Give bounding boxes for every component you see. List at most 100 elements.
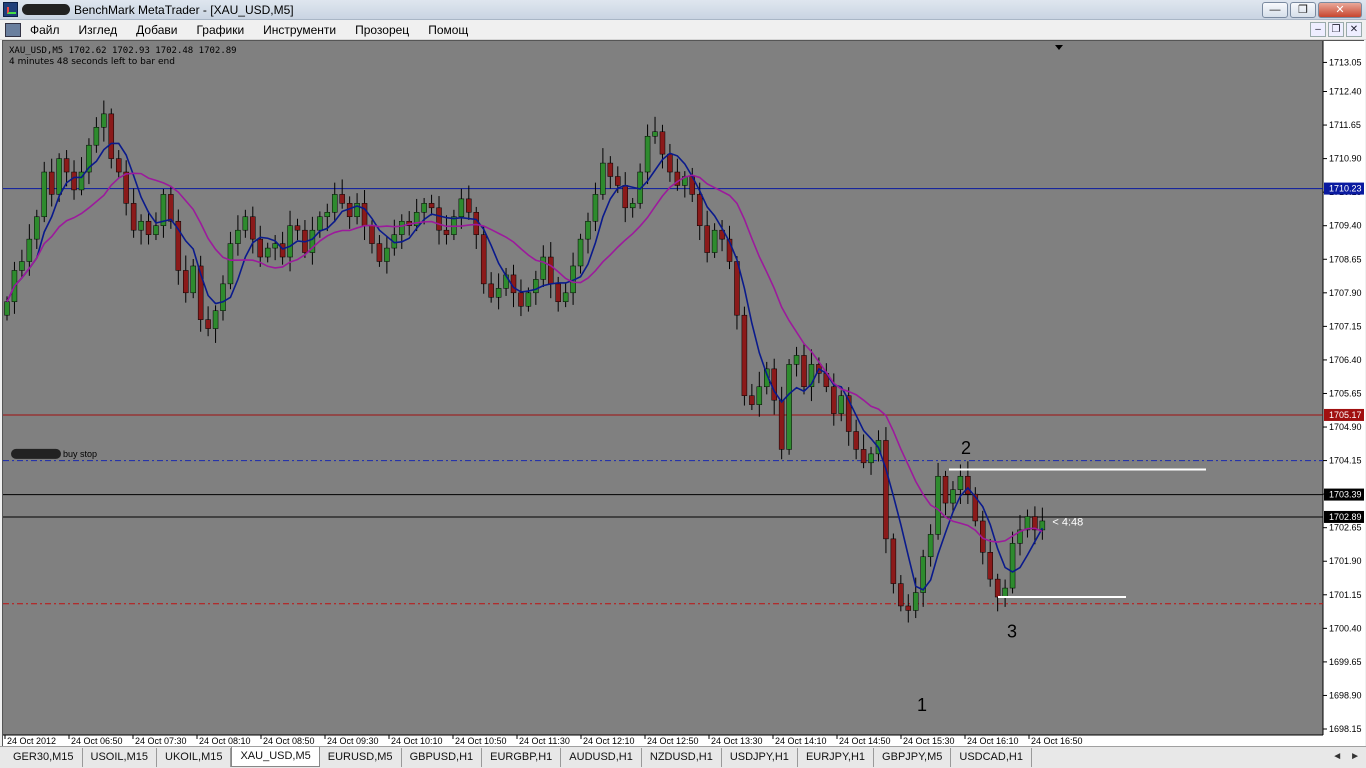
x-tick-label: 24 Oct 10:50 [455, 736, 507, 746]
bear-candle [883, 440, 889, 540]
y-tick-label: 1704.90 [1329, 422, 1362, 432]
bear-candle [115, 158, 122, 173]
symbol-tab[interactable]: UKOIL,M15 [157, 748, 232, 767]
bear-candle [860, 449, 867, 464]
bull-candle [4, 301, 10, 316]
bull-candle [495, 288, 502, 298]
bear-candle [987, 552, 993, 580]
bear-candle [250, 216, 256, 240]
bull-candle [227, 243, 234, 285]
bull-candle [287, 225, 293, 258]
bull-candle [220, 283, 226, 311]
bear-candle [436, 207, 442, 231]
y-tick-label: 1698.15 [1329, 724, 1362, 734]
menu-item-2[interactable]: Добави [136, 23, 177, 37]
bull-candle [533, 279, 539, 294]
bear-candle [294, 225, 301, 231]
bear-candle [443, 229, 450, 235]
bull-candle [93, 127, 100, 146]
bull-candle [592, 194, 599, 222]
menu-item-6[interactable]: Помощ [428, 23, 468, 37]
menu-item-1[interactable]: Изглед [79, 23, 118, 37]
symbol-tab[interactable]: GBPJPY,M5 [874, 748, 952, 767]
bear-candle [994, 578, 1001, 598]
bull-candle [264, 247, 271, 258]
bear-candle [615, 176, 621, 186]
bear-candle [466, 198, 472, 213]
bear-candle [942, 475, 949, 504]
price-chart[interactable]: 1713.051712.401711.651710.901710.151709.… [3, 41, 1365, 747]
bear-candle [123, 171, 129, 204]
y-tick-label: 1701.90 [1329, 556, 1362, 566]
y-tick-label: 1705.65 [1329, 388, 1362, 398]
x-tick-label: 24 Oct 12:10 [583, 736, 635, 746]
bear-candle [279, 243, 286, 258]
bull-candle [629, 203, 636, 209]
marker-3: 3 [1007, 621, 1017, 641]
bull-candle [317, 216, 323, 231]
menu-item-3[interactable]: Графики [196, 23, 244, 37]
bull-candle [868, 453, 874, 464]
symbol-tab[interactable]: EURJPY,H1 [798, 748, 875, 767]
symbol-tab[interactable]: NZDUSD,H1 [642, 748, 722, 767]
bear-candle [853, 431, 859, 450]
bull-candle [212, 310, 219, 329]
x-tick-label: 24 Oct 06:50 [71, 736, 123, 746]
mdi-minimize-button[interactable]: – [1310, 22, 1326, 37]
tab-scroll-right-icon[interactable]: ► [1350, 751, 1360, 762]
symbol-tab[interactable]: USDJPY,H1 [722, 748, 798, 767]
mdi-close-button[interactable]: ✕ [1346, 22, 1362, 37]
close-button[interactable]: ✕ [1318, 2, 1362, 18]
price-label: 1702.89 [1329, 512, 1362, 522]
x-tick-label: 24 Oct 15:30 [903, 736, 955, 746]
bear-candle [890, 538, 897, 584]
x-tick-label: 24 Oct 07:30 [135, 736, 187, 746]
bull-candle [793, 355, 800, 365]
bull-candle [585, 220, 591, 240]
symbol-tab[interactable]: XAU_USD,M5 [231, 747, 320, 767]
maximize-button[interactable]: ❐ [1290, 2, 1316, 18]
bull-candle [324, 212, 331, 218]
bull-candle [272, 243, 278, 249]
minimize-button[interactable]: — [1262, 2, 1288, 18]
bear-candle [257, 238, 264, 258]
symbol-tab[interactable]: USOIL,M15 [83, 748, 157, 767]
symbol-tab[interactable]: GER30,M15 [5, 748, 83, 767]
y-tick-label: 1707.90 [1329, 288, 1362, 298]
bull-candle [935, 475, 941, 535]
symbol-tab[interactable]: EURUSD,M5 [320, 748, 402, 767]
bear-candle [428, 203, 435, 209]
bull-candle [711, 229, 718, 253]
symbol-tab[interactable]: GBPUSD,H1 [402, 748, 483, 767]
price-label: 1703.39 [1329, 490, 1362, 500]
bear-candle [771, 368, 777, 401]
y-tick-label: 1699.65 [1329, 657, 1362, 667]
bear-candle [130, 203, 137, 231]
y-tick-label: 1710.90 [1329, 154, 1362, 164]
bear-candle [361, 203, 368, 226]
bull-candle [950, 489, 956, 504]
bar-countdown: < 4:48 [1052, 516, 1083, 528]
bear-candle [108, 113, 115, 159]
bull-candle [138, 220, 144, 231]
menu-item-4[interactable]: Инструменти [263, 23, 336, 37]
chart-window[interactable]: 1713.051712.401711.651710.901710.151709.… [2, 40, 1365, 747]
bear-candle [905, 605, 912, 611]
bull-candle [577, 238, 584, 267]
bull-candle [331, 194, 338, 213]
bear-candle [831, 386, 837, 414]
symbol-tab[interactable]: AUDUSD,H1 [561, 748, 642, 767]
bear-candle [622, 185, 628, 209]
bull-candle [56, 158, 62, 195]
bull-candle [101, 113, 107, 128]
menu-item-0[interactable]: Файл [30, 23, 60, 37]
symbol-tab[interactable]: EURGBP,H1 [482, 748, 562, 767]
price-label: 1710.23 [1329, 184, 1362, 194]
chart-window-icon[interactable] [5, 23, 21, 37]
tab-scroll-left-icon[interactable]: ◄ [1332, 751, 1342, 762]
x-tick-label: 24 Oct 08:50 [263, 736, 315, 746]
menu-item-5[interactable]: Прозорец [355, 23, 409, 37]
symbol-tab[interactable]: USDCAD,H1 [951, 748, 1032, 767]
bull-candle [19, 261, 25, 271]
mdi-restore-button[interactable]: ❐ [1328, 22, 1344, 37]
